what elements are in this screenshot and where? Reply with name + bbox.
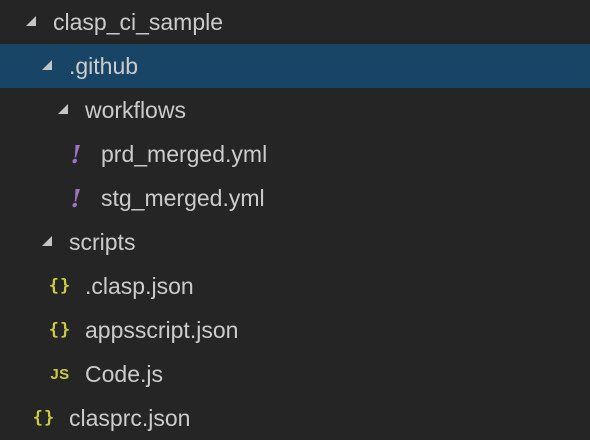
tree-file-clasprc-json[interactable]: {} clasprc.json	[0, 396, 590, 440]
chevron-expanded-icon[interactable]	[40, 234, 54, 248]
tree-item-label: prd_merged.yml	[101, 141, 268, 167]
tree-file-appsscript-json[interactable]: {} appsscript.json	[0, 308, 590, 352]
file-explorer-tree: clasp_ci_sample .github workflows ! prd_…	[0, 0, 590, 438]
yaml-exclamation-icon: !	[70, 139, 82, 169]
tree-file-prd-merged-yml[interactable]: ! prd_merged.yml	[0, 132, 590, 176]
tree-item-label: clasp_ci_sample	[53, 9, 224, 35]
tree-item-label: stg_merged.yml	[101, 185, 265, 211]
json-braces-icon: {}	[32, 408, 56, 428]
tree-folder-github[interactable]: .github	[0, 44, 590, 88]
tree-item-label: workflows	[85, 97, 186, 123]
tree-item-label: Code.js	[85, 361, 163, 387]
tree-file-code-js[interactable]: JS Code.js	[0, 352, 590, 396]
yaml-exclamation-icon: !	[70, 183, 82, 213]
tree-file-stg-merged-yml[interactable]: ! stg_merged.yml	[0, 176, 590, 220]
chevron-expanded-icon[interactable]	[40, 58, 54, 72]
json-braces-icon: {}	[48, 320, 72, 340]
tree-folder-workflows[interactable]: workflows	[0, 88, 590, 132]
tree-item-label: .clasp.json	[85, 273, 194, 299]
tree-file-clasp-json[interactable]: {} .clasp.json	[0, 264, 590, 308]
tree-folder-scripts[interactable]: scripts	[0, 220, 590, 264]
javascript-icon: JS	[50, 365, 70, 383]
tree-item-label: clasprc.json	[69, 405, 191, 431]
tree-item-label: .github	[69, 53, 139, 79]
chevron-expanded-icon[interactable]	[24, 14, 38, 28]
tree-item-label: scripts	[69, 229, 136, 255]
json-braces-icon: {}	[48, 276, 72, 296]
chevron-expanded-icon[interactable]	[56, 102, 70, 116]
tree-folder-clasp-ci-sample[interactable]: clasp_ci_sample	[0, 0, 590, 44]
tree-item-label: appsscript.json	[85, 317, 239, 343]
